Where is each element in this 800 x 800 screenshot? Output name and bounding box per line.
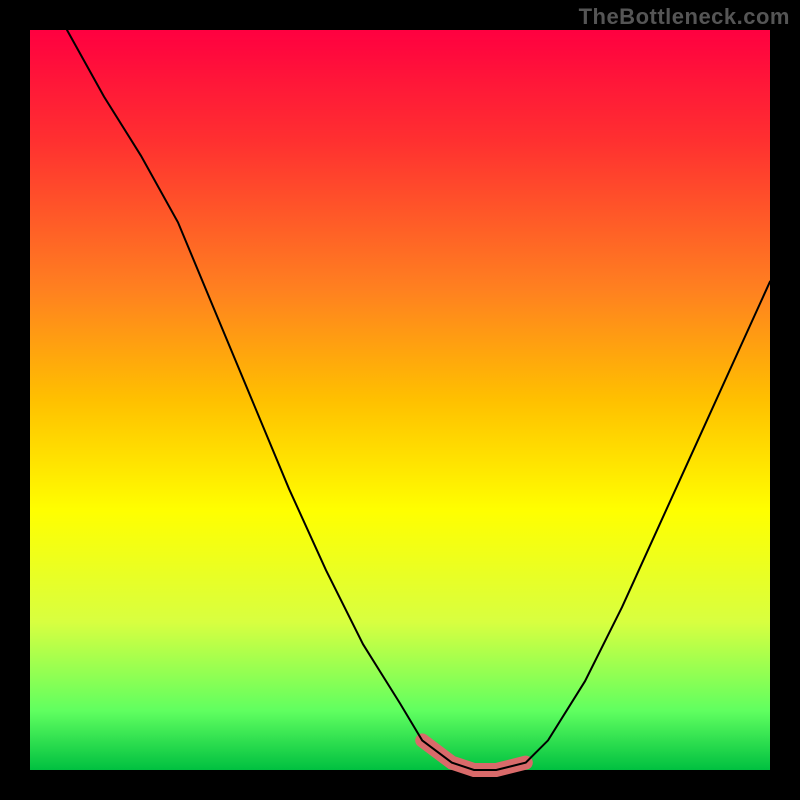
watermark-text: TheBottleneck.com xyxy=(579,4,790,30)
plot-background xyxy=(30,30,770,770)
bottleneck-chart xyxy=(0,0,800,800)
chart-frame: TheBottleneck.com xyxy=(0,0,800,800)
